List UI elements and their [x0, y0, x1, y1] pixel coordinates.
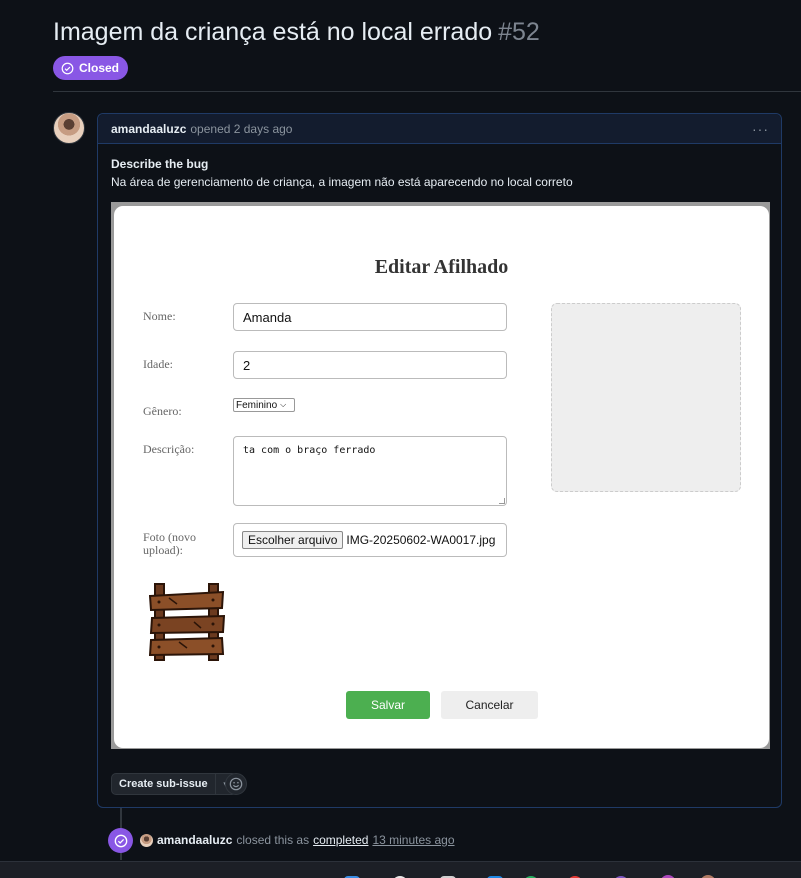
image-preview-placeholder: [551, 303, 741, 492]
file-name: IMG-20250602-WA0017.jpg: [346, 533, 496, 547]
genero-value: Feminino: [236, 399, 278, 411]
attached-screenshot[interactable]: Editar Afilhado Nome: Amanda Idade: 2 Gê…: [111, 202, 770, 749]
add-reaction-button[interactable]: [225, 773, 247, 795]
kebab-menu-icon[interactable]: ···: [752, 121, 769, 137]
check-circle-icon: [114, 834, 127, 847]
descricao-textarea: ta com o braço ferrado: [233, 436, 507, 506]
chevron-down-icon: ⌵: [280, 400, 287, 409]
completed-link[interactable]: completed: [313, 833, 368, 847]
issue-number: #52: [498, 18, 540, 46]
comment-timestamp[interactable]: opened 2 days ago: [190, 122, 292, 136]
genero-select: Feminino ⌵: [233, 398, 295, 412]
descricao-label: Descrição:: [143, 442, 195, 456]
author-avatar[interactable]: [53, 112, 85, 144]
foto-label-line2: upload):: [143, 543, 183, 557]
closed-event: amandaaluzc closed this as completed 13 …: [140, 833, 455, 847]
wooden-fence-image: [149, 583, 225, 661]
idade-input: 2: [233, 351, 507, 379]
choose-file-button: Escolher arquivo: [242, 531, 344, 549]
comment-header: amandaaluzc opened 2 days ago ···: [98, 114, 781, 144]
nome-label: Nome:: [143, 309, 176, 323]
salvar-button: Salvar: [346, 691, 430, 719]
smiley-icon: [229, 777, 243, 791]
comment-author-link[interactable]: amandaaluzc: [111, 122, 186, 136]
edit-form-card: Editar Afilhado Nome: Amanda Idade: 2 Gê…: [114, 206, 769, 748]
os-taskbar: [0, 861, 801, 878]
event-avatar[interactable]: [140, 833, 153, 847]
event-author-link[interactable]: amandaaluzc: [157, 833, 232, 847]
closed-status-badge: Closed: [53, 56, 129, 80]
resize-grip-icon: [499, 498, 505, 504]
closed-event-badge: [108, 828, 133, 853]
bug-description: Na área de gerenciamento de criança, a i…: [111, 175, 573, 189]
check-circle-icon: [61, 62, 74, 74]
foto-file-input: Escolher arquivo IMG-20250602-WA0017.jpg: [233, 523, 507, 557]
title-divider: [53, 91, 801, 92]
create-sub-issue-group: Create sub-issue ▼: [111, 773, 237, 795]
status-label: Closed: [79, 61, 120, 75]
bug-heading: Describe the bug: [111, 157, 209, 171]
descricao-value: ta com o braço ferrado: [243, 445, 376, 456]
issue-comment: amandaaluzc opened 2 days ago ··· Descri…: [97, 113, 782, 808]
create-sub-issue-button[interactable]: Create sub-issue: [112, 774, 216, 794]
issue-title-text: Imagem da criança está no local errado: [53, 18, 493, 46]
form-title: Editar Afilhado: [374, 256, 509, 278]
foto-label: Foto (novo upload):: [143, 531, 196, 557]
issue-title: Imagem da criança está no local errado #5…: [53, 18, 540, 47]
genero-label: Gênero:: [143, 404, 182, 418]
event-time-link[interactable]: 13 minutes ago: [372, 833, 454, 847]
event-text: closed this as: [236, 833, 310, 847]
cancelar-button: Cancelar: [441, 691, 538, 719]
nome-input: Amanda: [233, 303, 507, 331]
idade-label: Idade:: [143, 357, 173, 371]
